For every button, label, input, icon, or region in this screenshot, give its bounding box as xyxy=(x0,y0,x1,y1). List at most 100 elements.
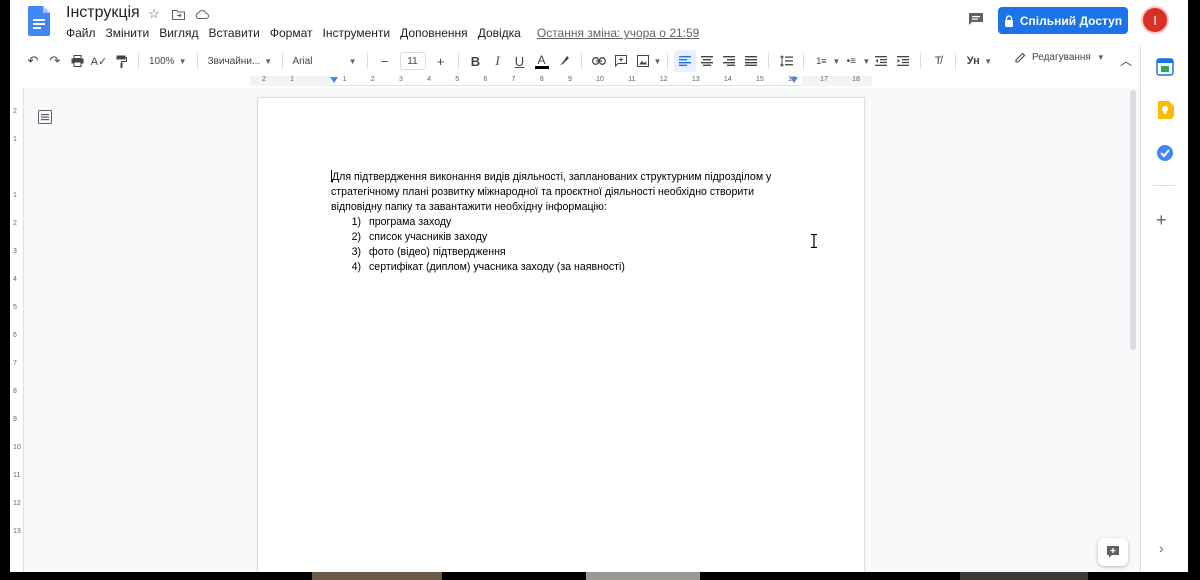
ruler-mark: 18 xyxy=(852,76,860,83)
list-item-text: програма заходу xyxy=(369,216,452,228)
side-panel: + › xyxy=(1140,46,1188,572)
last-edit-link[interactable]: Остання зміна: учора о 21:59 xyxy=(537,26,700,40)
editing-mode-select[interactable]: Редагування ▼ xyxy=(1015,52,1105,63)
ruler-mark: 1 xyxy=(342,76,347,83)
paragraph-style-select[interactable]: Звичайни... ▼ xyxy=(204,50,276,72)
text-color-icon[interactable]: A xyxy=(531,50,553,72)
print-icon[interactable] xyxy=(66,50,88,72)
align-center-icon[interactable] xyxy=(696,50,718,72)
video-thumbnail xyxy=(586,572,700,580)
justify-icon[interactable] xyxy=(740,50,762,72)
list-item: 2) список учасників заходу xyxy=(349,230,801,245)
menu-bar: Файл Змінити Вигляд Вставити Формат Інст… xyxy=(66,26,699,40)
left-indent-marker[interactable] xyxy=(330,77,338,83)
menu-format[interactable]: Формат xyxy=(270,26,313,40)
menu-view[interactable]: Вигляд xyxy=(159,26,198,40)
align-left-icon[interactable] xyxy=(674,50,697,72)
clear-formatting-icon[interactable]: T̸ xyxy=(927,50,949,72)
decrease-indent-icon[interactable] xyxy=(870,50,892,72)
ruler-mark: 10 xyxy=(596,76,604,83)
menu-file[interactable]: Файл xyxy=(66,26,96,40)
ruler-mark: 3 xyxy=(398,76,403,83)
menu-help[interactable]: Довідка xyxy=(478,26,521,40)
video-thumbnail xyxy=(960,572,1088,580)
chevron-down-icon[interactable]: ▼ xyxy=(832,57,840,66)
header: Інструкція ☆ Файл Змінити Вигляд Вставит… xyxy=(10,0,1188,46)
font-select[interactable]: Arial ▼ xyxy=(289,50,361,72)
ruler-mark: 9 xyxy=(567,76,572,83)
chevron-down-icon: ▼ xyxy=(348,56,357,66)
horizontal-ruler[interactable]: 2 1 1 2 3 4 5 6 7 8 9 10 11 12 13 14 15 … xyxy=(250,76,872,86)
paint-format-icon[interactable] xyxy=(110,50,132,72)
bulleted-list-icon[interactable]: •≡ xyxy=(840,50,862,72)
vertical-scrollbar[interactable] xyxy=(1130,90,1136,350)
font-value: Arial xyxy=(292,55,313,67)
ruler-mark: 15 xyxy=(755,76,764,83)
explore-button[interactable] xyxy=(1098,538,1128,566)
list-item-text: сертифікат (диплом) учасника заходу (за … xyxy=(369,261,625,273)
toolbar-divider xyxy=(196,53,198,69)
get-addons-icon[interactable]: + xyxy=(1156,210,1167,231)
zoom-select[interactable]: 100% ▼ xyxy=(145,50,191,72)
bold-icon[interactable]: B xyxy=(465,50,487,72)
italic-icon[interactable]: I xyxy=(487,50,509,72)
chevron-down-icon[interactable]: ▼ xyxy=(862,57,870,66)
decrease-font-size-icon[interactable]: − xyxy=(374,50,396,72)
ruler-mark: 1 xyxy=(290,76,295,83)
docs-logo-icon[interactable] xyxy=(28,6,50,36)
toolbar-divider xyxy=(580,53,582,69)
collapse-menus-icon[interactable]: ︿ xyxy=(1120,52,1132,69)
vertical-ruler[interactable]: 2 1 1 2 3 4 5 6 7 8 9 10 11 12 13 xyxy=(10,88,24,572)
menu-addons[interactable]: Доповнення xyxy=(400,26,468,40)
video-thumbnail xyxy=(312,572,442,580)
document-body[interactable]: Для підтвердження виконання видів діяльн… xyxy=(331,170,801,275)
share-button[interactable]: Спільний Доступ xyxy=(998,7,1128,34)
right-indent-marker[interactable] xyxy=(790,77,798,83)
undo-icon[interactable]: ↶ xyxy=(22,50,44,72)
editing-mode-label: Редагування xyxy=(1032,52,1091,63)
paragraph-style-value: Звичайни... xyxy=(207,55,261,67)
menu-edit[interactable]: Змінити xyxy=(106,26,150,40)
input-tools-icon[interactable]: Ун xyxy=(962,50,984,72)
google-docs-window: Інструкція ☆ Файл Змінити Вигляд Вставит… xyxy=(10,0,1188,572)
keep-icon[interactable] xyxy=(1156,101,1174,119)
line-spacing-icon[interactable] xyxy=(775,50,797,72)
document-page[interactable]: Для підтвердження виконання видів діяльн… xyxy=(258,98,864,572)
document-outline-icon[interactable] xyxy=(38,110,52,124)
tasks-icon[interactable] xyxy=(1156,144,1174,162)
calendar-icon[interactable] xyxy=(1156,58,1174,76)
toolbar-divider xyxy=(281,53,283,69)
ruler-mark: 17 xyxy=(820,76,828,83)
font-size-input[interactable]: 11 xyxy=(399,52,426,70)
highlight-color-icon[interactable] xyxy=(553,50,575,72)
ruler-numbers: 2 1 1 2 3 4 5 6 7 8 9 10 11 12 13 14 15 … xyxy=(258,76,864,83)
chevron-down-icon[interactable]: ▼ xyxy=(654,57,662,66)
increase-font-size-icon[interactable]: + xyxy=(430,50,452,72)
increase-indent-icon[interactable] xyxy=(892,50,914,72)
list-number: 1) xyxy=(351,216,361,228)
chevron-down-icon[interactable]: ▼ xyxy=(984,57,992,66)
numbered-list-icon[interactable]: 1≡ xyxy=(810,50,832,72)
underline-icon[interactable]: U xyxy=(509,50,531,72)
spellcheck-icon[interactable]: A✓ xyxy=(88,50,110,72)
insert-link-icon[interactable] xyxy=(588,50,610,72)
insert-comment-icon[interactable] xyxy=(610,50,632,72)
insert-image-icon[interactable] xyxy=(632,50,654,72)
comment-history-icon[interactable] xyxy=(968,12,984,26)
list-item-text: список учасників заходу xyxy=(369,231,488,243)
zoom-value: 100% xyxy=(149,55,175,67)
menu-tools[interactable]: Інструменти xyxy=(323,26,391,40)
chevron-right-icon[interactable]: › xyxy=(1159,540,1164,556)
menu-insert[interactable]: Вставити xyxy=(209,26,260,40)
star-icon[interactable]: ☆ xyxy=(146,6,162,22)
cloud-status-icon[interactable] xyxy=(194,6,210,22)
ruler-mark: 11 xyxy=(628,76,636,83)
toolbar-divider xyxy=(920,53,922,69)
align-right-icon[interactable] xyxy=(718,50,740,72)
document-title[interactable]: Інструкція xyxy=(66,4,140,22)
move-folder-icon[interactable] xyxy=(170,6,186,22)
redo-icon[interactable]: ↷ xyxy=(44,50,66,72)
ruler-mark: 14 xyxy=(723,76,732,83)
ruler-mark: 7 xyxy=(511,76,516,83)
avatar[interactable]: І xyxy=(1141,6,1169,34)
